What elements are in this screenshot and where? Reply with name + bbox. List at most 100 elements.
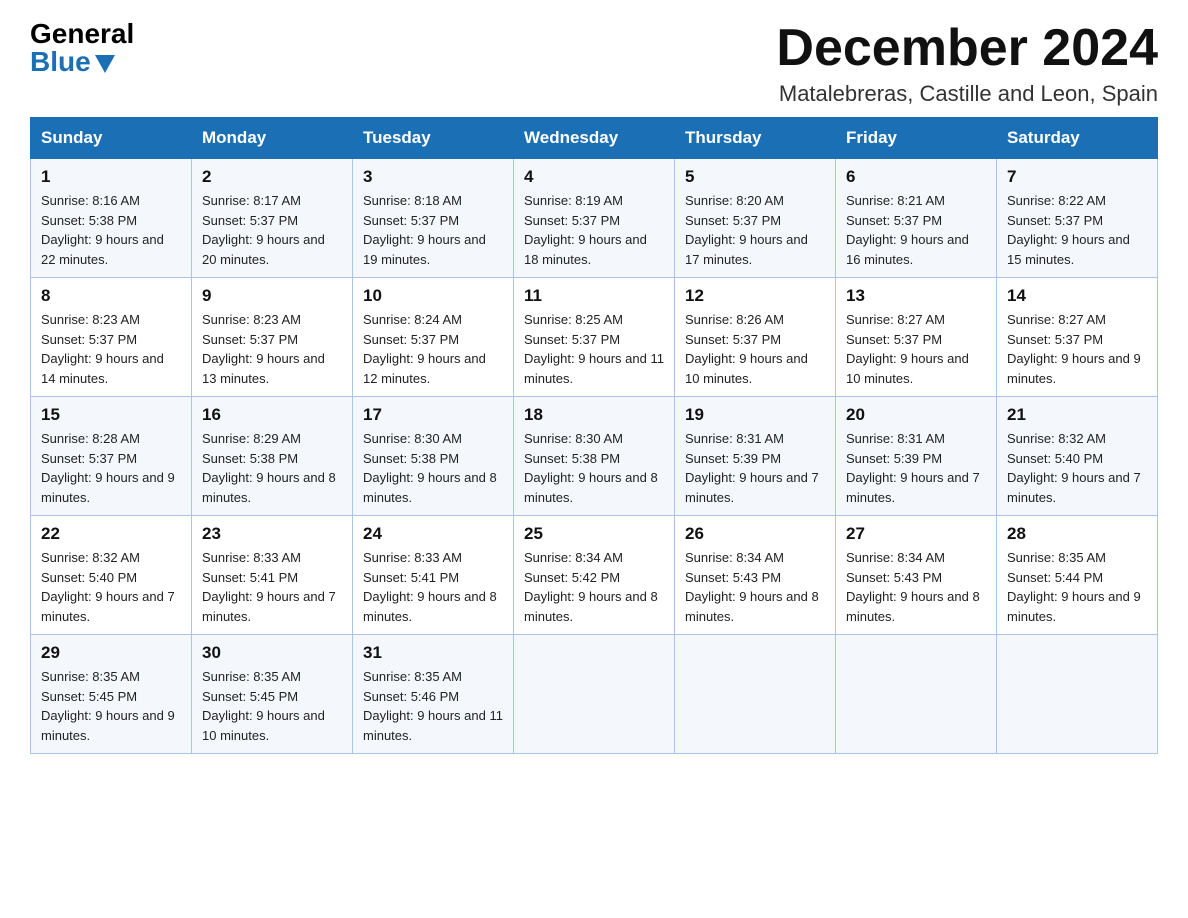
day-number: 7 (1007, 167, 1147, 187)
logo-triangle-icon (95, 55, 115, 73)
day-info: Sunrise: 8:34 AMSunset: 5:43 PMDaylight:… (846, 548, 986, 626)
day-number: 4 (524, 167, 664, 187)
day-info: Sunrise: 8:35 AMSunset: 5:45 PMDaylight:… (202, 667, 342, 745)
calendar-day-cell: 2 Sunrise: 8:17 AMSunset: 5:37 PMDaylight… (192, 159, 353, 278)
day-info: Sunrise: 8:34 AMSunset: 5:43 PMDaylight:… (685, 548, 825, 626)
calendar-day-cell: 19 Sunrise: 8:31 AMSunset: 5:39 PMDayligh… (675, 397, 836, 516)
day-number: 15 (41, 405, 181, 425)
calendar-week-row: 22Sunrise: 8:32 AMSunset: 5:40 PMDayligh… (31, 516, 1158, 635)
day-number: 30 (202, 643, 342, 663)
header-saturday: Saturday (997, 118, 1158, 159)
calendar-day-cell: 18 Sunrise: 8:30 AMSunset: 5:38 PMDayligh… (514, 397, 675, 516)
day-info: Sunrise: 8:35 AMSunset: 5:46 PMDaylight:… (363, 667, 503, 745)
calendar-day-cell (997, 635, 1158, 754)
calendar-day-cell: 1 Sunrise: 8:16 AMSunset: 5:38 PMDaylight… (31, 159, 192, 278)
day-number: 14 (1007, 286, 1147, 306)
day-number: 6 (846, 167, 986, 187)
calendar-week-row: 29 Sunrise: 8:35 AMSunset: 5:45 PMDayligh… (31, 635, 1158, 754)
calendar-day-cell: 8Sunrise: 8:23 AMSunset: 5:37 PMDaylight… (31, 278, 192, 397)
calendar-day-cell: 27Sunrise: 8:34 AMSunset: 5:43 PMDayligh… (836, 516, 997, 635)
day-number: 16 (202, 405, 342, 425)
day-number: 5 (685, 167, 825, 187)
calendar-day-cell (514, 635, 675, 754)
day-info: Sunrise: 8:31 AMSunset: 5:39 PMDaylight:… (846, 429, 986, 507)
logo-blue-text: Blue (30, 48, 115, 76)
day-number: 12 (685, 286, 825, 306)
calendar-day-cell: 22Sunrise: 8:32 AMSunset: 5:40 PMDayligh… (31, 516, 192, 635)
title-block: December 2024 Matalebreras, Castille and… (776, 20, 1158, 107)
day-info: Sunrise: 8:33 AMSunset: 5:41 PMDaylight:… (363, 548, 503, 626)
calendar-day-cell: 17Sunrise: 8:30 AMSunset: 5:38 PMDayligh… (353, 397, 514, 516)
calendar-day-cell: 23 Sunrise: 8:33 AMSunset: 5:41 PMDayligh… (192, 516, 353, 635)
calendar-day-cell: 21 Sunrise: 8:32 AMSunset: 5:40 PMDayligh… (997, 397, 1158, 516)
calendar-week-row: 1 Sunrise: 8:16 AMSunset: 5:38 PMDaylight… (31, 159, 1158, 278)
calendar-day-cell: 15 Sunrise: 8:28 AMSunset: 5:37 PMDayligh… (31, 397, 192, 516)
day-info: Sunrise: 8:31 AMSunset: 5:39 PMDaylight:… (685, 429, 825, 507)
day-number: 19 (685, 405, 825, 425)
header-thursday: Thursday (675, 118, 836, 159)
day-number: 18 (524, 405, 664, 425)
day-info: Sunrise: 8:34 AMSunset: 5:42 PMDaylight:… (524, 548, 664, 626)
day-info: Sunrise: 8:27 AMSunset: 5:37 PMDaylight:… (846, 310, 986, 388)
calendar-day-cell: 5Sunrise: 8:20 AMSunset: 5:37 PMDaylight… (675, 159, 836, 278)
day-info: Sunrise: 8:30 AMSunset: 5:38 PMDaylight:… (363, 429, 503, 507)
day-number: 8 (41, 286, 181, 306)
day-number: 10 (363, 286, 503, 306)
day-number: 23 (202, 524, 342, 544)
day-number: 26 (685, 524, 825, 544)
day-number: 29 (41, 643, 181, 663)
day-info: Sunrise: 8:28 AMSunset: 5:37 PMDaylight:… (41, 429, 181, 507)
day-info: Sunrise: 8:33 AMSunset: 5:41 PMDaylight:… (202, 548, 342, 626)
calendar-table: Sunday Monday Tuesday Wednesday Thursday… (30, 117, 1158, 754)
calendar-day-cell (836, 635, 997, 754)
day-number: 28 (1007, 524, 1147, 544)
calendar-week-row: 8 Sunrise: 8:23 AMSunset: 5:37 PMDaylight… (31, 278, 1158, 397)
day-number: 21 (1007, 405, 1147, 425)
day-info: Sunrise: 8:32 AMSunset: 5:40 PMDaylight:… (41, 548, 181, 626)
day-info: Sunrise: 8:21 AMSunset: 5:37 PMDaylight:… (846, 191, 986, 269)
calendar-day-cell: 4 Sunrise: 8:19 AMSunset: 5:37 PMDaylight… (514, 159, 675, 278)
day-info: Sunrise: 8:29 AMSunset: 5:38 PMDaylight:… (202, 429, 342, 507)
day-number: 11 (524, 286, 664, 306)
calendar-day-cell: 13Sunrise: 8:27 AMSunset: 5:37 PMDayligh… (836, 278, 997, 397)
day-number: 20 (846, 405, 986, 425)
day-number: 25 (524, 524, 664, 544)
location-subtitle: Matalebreras, Castille and Leon, Spain (776, 81, 1158, 107)
month-year-title: December 2024 (776, 20, 1158, 77)
day-info: Sunrise: 8:35 AMSunset: 5:44 PMDaylight:… (1007, 548, 1147, 626)
calendar-day-cell: 11 Sunrise: 8:25 AMSunset: 5:37 PMDayligh… (514, 278, 675, 397)
calendar-day-cell: 10 Sunrise: 8:24 AMSunset: 5:37 PMDayligh… (353, 278, 514, 397)
calendar-week-row: 15 Sunrise: 8:28 AMSunset: 5:37 PMDayligh… (31, 397, 1158, 516)
calendar-day-cell (675, 635, 836, 754)
calendar-day-cell: 9 Sunrise: 8:23 AMSunset: 5:37 PMDaylight… (192, 278, 353, 397)
day-info: Sunrise: 8:35 AMSunset: 5:45 PMDaylight:… (41, 667, 181, 745)
calendar-day-cell: 31Sunrise: 8:35 AMSunset: 5:46 PMDayligh… (353, 635, 514, 754)
calendar-day-cell: 16 Sunrise: 8:29 AMSunset: 5:38 PMDayligh… (192, 397, 353, 516)
calendar-day-cell: 12 Sunrise: 8:26 AMSunset: 5:37 PMDayligh… (675, 278, 836, 397)
day-info: Sunrise: 8:24 AMSunset: 5:37 PMDaylight:… (363, 310, 503, 388)
logo: General Blue (30, 20, 134, 76)
calendar-day-cell: 24 Sunrise: 8:33 AMSunset: 5:41 PMDayligh… (353, 516, 514, 635)
header-monday: Monday (192, 118, 353, 159)
day-info: Sunrise: 8:30 AMSunset: 5:38 PMDaylight:… (524, 429, 664, 507)
calendar-day-cell: 14Sunrise: 8:27 AMSunset: 5:37 PMDayligh… (997, 278, 1158, 397)
calendar-day-cell: 25 Sunrise: 8:34 AMSunset: 5:42 PMDayligh… (514, 516, 675, 635)
calendar-day-cell: 6 Sunrise: 8:21 AMSunset: 5:37 PMDaylight… (836, 159, 997, 278)
day-info: Sunrise: 8:23 AMSunset: 5:37 PMDaylight:… (202, 310, 342, 388)
day-number: 2 (202, 167, 342, 187)
day-number: 24 (363, 524, 503, 544)
page-header: General Blue December 2024 Matalebreras,… (30, 20, 1158, 107)
day-number: 1 (41, 167, 181, 187)
day-info: Sunrise: 8:26 AMSunset: 5:37 PMDaylight:… (685, 310, 825, 388)
logo-general-text: General (30, 20, 134, 48)
day-info: Sunrise: 8:17 AMSunset: 5:37 PMDaylight:… (202, 191, 342, 269)
header-wednesday: Wednesday (514, 118, 675, 159)
day-info: Sunrise: 8:19 AMSunset: 5:37 PMDaylight:… (524, 191, 664, 269)
calendar-day-cell: 26 Sunrise: 8:34 AMSunset: 5:43 PMDayligh… (675, 516, 836, 635)
day-info: Sunrise: 8:18 AMSunset: 5:37 PMDaylight:… (363, 191, 503, 269)
day-info: Sunrise: 8:16 AMSunset: 5:38 PMDaylight:… (41, 191, 181, 269)
day-info: Sunrise: 8:25 AMSunset: 5:37 PMDaylight:… (524, 310, 664, 388)
day-info: Sunrise: 8:32 AMSunset: 5:40 PMDaylight:… (1007, 429, 1147, 507)
header-sunday: Sunday (31, 118, 192, 159)
day-number: 9 (202, 286, 342, 306)
